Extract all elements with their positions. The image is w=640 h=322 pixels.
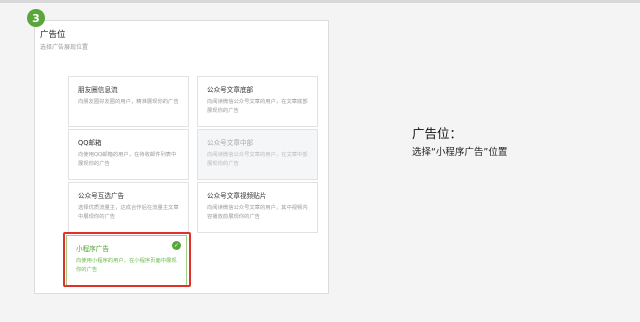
card-description: 向朋友圈好友圈的用户，精准展现你的广告 (78, 99, 179, 105)
card-description: 选择优质流量主，达成合作后在流量主文章中展现你的广告 (78, 205, 179, 220)
panel-title: 广告位 (40, 30, 66, 40)
card-title: 公众号文章中部 (207, 139, 254, 147)
annotation-title: 广告位： (412, 126, 463, 141)
placement-card-article-video-patch[interactable]: 公众号文章视频贴片 向阅读微信公众号文章的用户，其中视频内容播放前展现你的广告 (197, 182, 318, 233)
placement-card-qq-mail[interactable]: QQ邮箱 向使用QQ邮箱的用户，在待收邮件列表中展现你的广告 (68, 129, 189, 180)
card-title: 朋友圈信息流 (78, 86, 118, 94)
panel-subtitle: 选择广告展现位置 (40, 44, 89, 51)
card-description: 向阅读微信公众号文章的用户，其中视频内容播放前展现你的广告 (207, 205, 308, 220)
step-number-badge: 3 (27, 9, 45, 27)
card-title: 公众号互选广告 (78, 192, 125, 200)
top-divider (0, 0, 640, 3)
placement-card-article-middle: 公众号文章中部 向阅读微信公众号文章的用户，在文章中部展现你的广告 (197, 129, 318, 180)
card-title: QQ邮箱 (78, 139, 102, 147)
annotation-description: 选择“小程序广告”位置 (412, 147, 508, 158)
card-title: 公众号文章底部 (207, 86, 254, 94)
placement-card-article-bottom[interactable]: 公众号文章底部 向阅读微信公众号文章的用户，在文章底部展现你的广告 (197, 76, 318, 127)
card-title: 公众号文章视频贴片 (207, 192, 267, 200)
card-description: 向阅读微信公众号文章的用户，在文章中部展现你的广告 (207, 152, 308, 167)
placement-card-moments-feed[interactable]: 朋友圈信息流 向朋友圈好友圈的用户，精准展现你的广告 (68, 76, 189, 127)
placement-card-mutual-selection[interactable]: 公众号互选广告 选择优质流量主，达成合作后在流量主文章中展现你的广告 (68, 182, 189, 233)
card-description: 向阅读微信公众号文章的用户，在文章底部展现你的广告 (207, 99, 308, 114)
card-description: 向使用QQ邮箱的用户，在待收邮件列表中展现你的广告 (78, 152, 177, 167)
selection-highlight-frame (63, 232, 191, 287)
